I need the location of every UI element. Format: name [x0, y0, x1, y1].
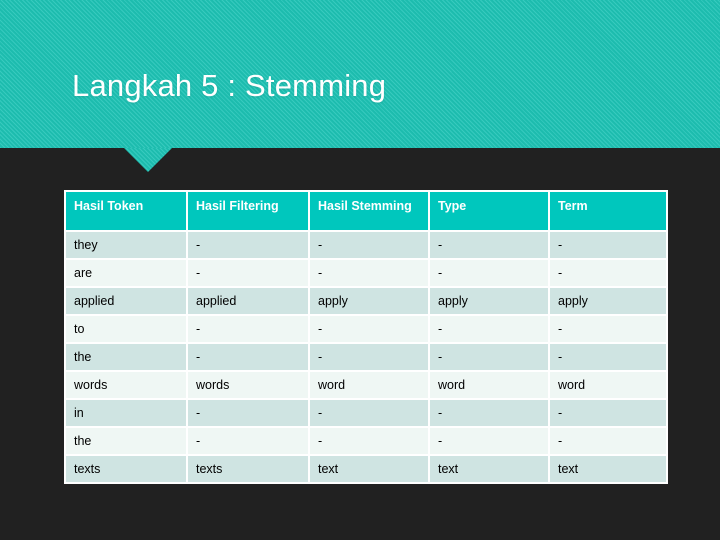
table-cell: - — [310, 232, 428, 258]
table-cell: - — [550, 232, 666, 258]
table-row: in - - - - — [66, 400, 666, 426]
table-cell: - — [550, 316, 666, 342]
table-cell: word — [550, 372, 666, 398]
table-row: applied applied apply apply apply — [66, 288, 666, 314]
table-cell: they — [66, 232, 186, 258]
column-header-hasil-filtering: Hasil Filtering — [188, 192, 308, 230]
table-cell: in — [66, 400, 186, 426]
table-cell: - — [430, 316, 548, 342]
table-row: to - - - - — [66, 316, 666, 342]
table-cell: - — [430, 232, 548, 258]
table-cell: - — [430, 344, 548, 370]
table-cell: - — [310, 316, 428, 342]
stemming-table: Hasil Token Hasil Filtering Hasil Stemmi… — [64, 190, 668, 484]
table-cell: - — [188, 232, 308, 258]
table-cell: text — [310, 456, 428, 482]
table-cell: words — [66, 372, 186, 398]
table-cell: word — [310, 372, 428, 398]
table-cell: - — [188, 344, 308, 370]
table-cell: applied — [188, 288, 308, 314]
page-title: Langkah 5 : Stemming — [72, 68, 387, 103]
column-header-hasil-token: Hasil Token — [66, 192, 186, 230]
table-cell: - — [188, 316, 308, 342]
table-cell: word — [430, 372, 548, 398]
table-cell: - — [550, 344, 666, 370]
table-header-row: Hasil Token Hasil Filtering Hasil Stemmi… — [66, 192, 666, 230]
column-header-term: Term — [550, 192, 666, 230]
table-cell: - — [550, 260, 666, 286]
table-cell: to — [66, 316, 186, 342]
title-banner: Langkah 5 : Stemming — [0, 0, 720, 148]
table-cell: - — [310, 260, 428, 286]
table-cell: apply — [430, 288, 548, 314]
table-cell: - — [188, 400, 308, 426]
table-cell: - — [430, 400, 548, 426]
table-cell: texts — [66, 456, 186, 482]
table-cell: - — [310, 344, 428, 370]
table-header: Hasil Token Hasil Filtering Hasil Stemmi… — [66, 192, 666, 230]
table-cell: text — [430, 456, 548, 482]
table-cell: - — [310, 400, 428, 426]
slide-canvas: Langkah 5 : Stemming Hasil Token Hasil F… — [0, 0, 720, 540]
table-row: the - - - - — [66, 344, 666, 370]
column-header-type: Type — [430, 192, 548, 230]
table-row: they - - - - — [66, 232, 666, 258]
stemming-table-container: Hasil Token Hasil Filtering Hasil Stemmi… — [64, 190, 668, 484]
table-cell: - — [430, 260, 548, 286]
table-cell: - — [310, 428, 428, 454]
table-cell: texts — [188, 456, 308, 482]
table-cell: applied — [66, 288, 186, 314]
table-row: words words word word word — [66, 372, 666, 398]
banner-notch-triangle — [124, 148, 172, 172]
table-cell: words — [188, 372, 308, 398]
table-row: the - - - - — [66, 428, 666, 454]
table-row: texts texts text text text — [66, 456, 666, 482]
table-cell: - — [188, 428, 308, 454]
table-cell: are — [66, 260, 186, 286]
table-cell: the — [66, 428, 186, 454]
table-cell: text — [550, 456, 666, 482]
table-cell: - — [550, 400, 666, 426]
table-cell: - — [188, 260, 308, 286]
table-cell: - — [430, 428, 548, 454]
table-body: they - - - - are - - - - applied applied apply apply a… — [66, 232, 666, 482]
table-cell: apply — [310, 288, 428, 314]
table-cell: - — [550, 428, 666, 454]
table-cell: apply — [550, 288, 666, 314]
table-row: are - - - - — [66, 260, 666, 286]
table-cell: the — [66, 344, 186, 370]
column-header-hasil-stemming: Hasil Stemming — [310, 192, 428, 230]
